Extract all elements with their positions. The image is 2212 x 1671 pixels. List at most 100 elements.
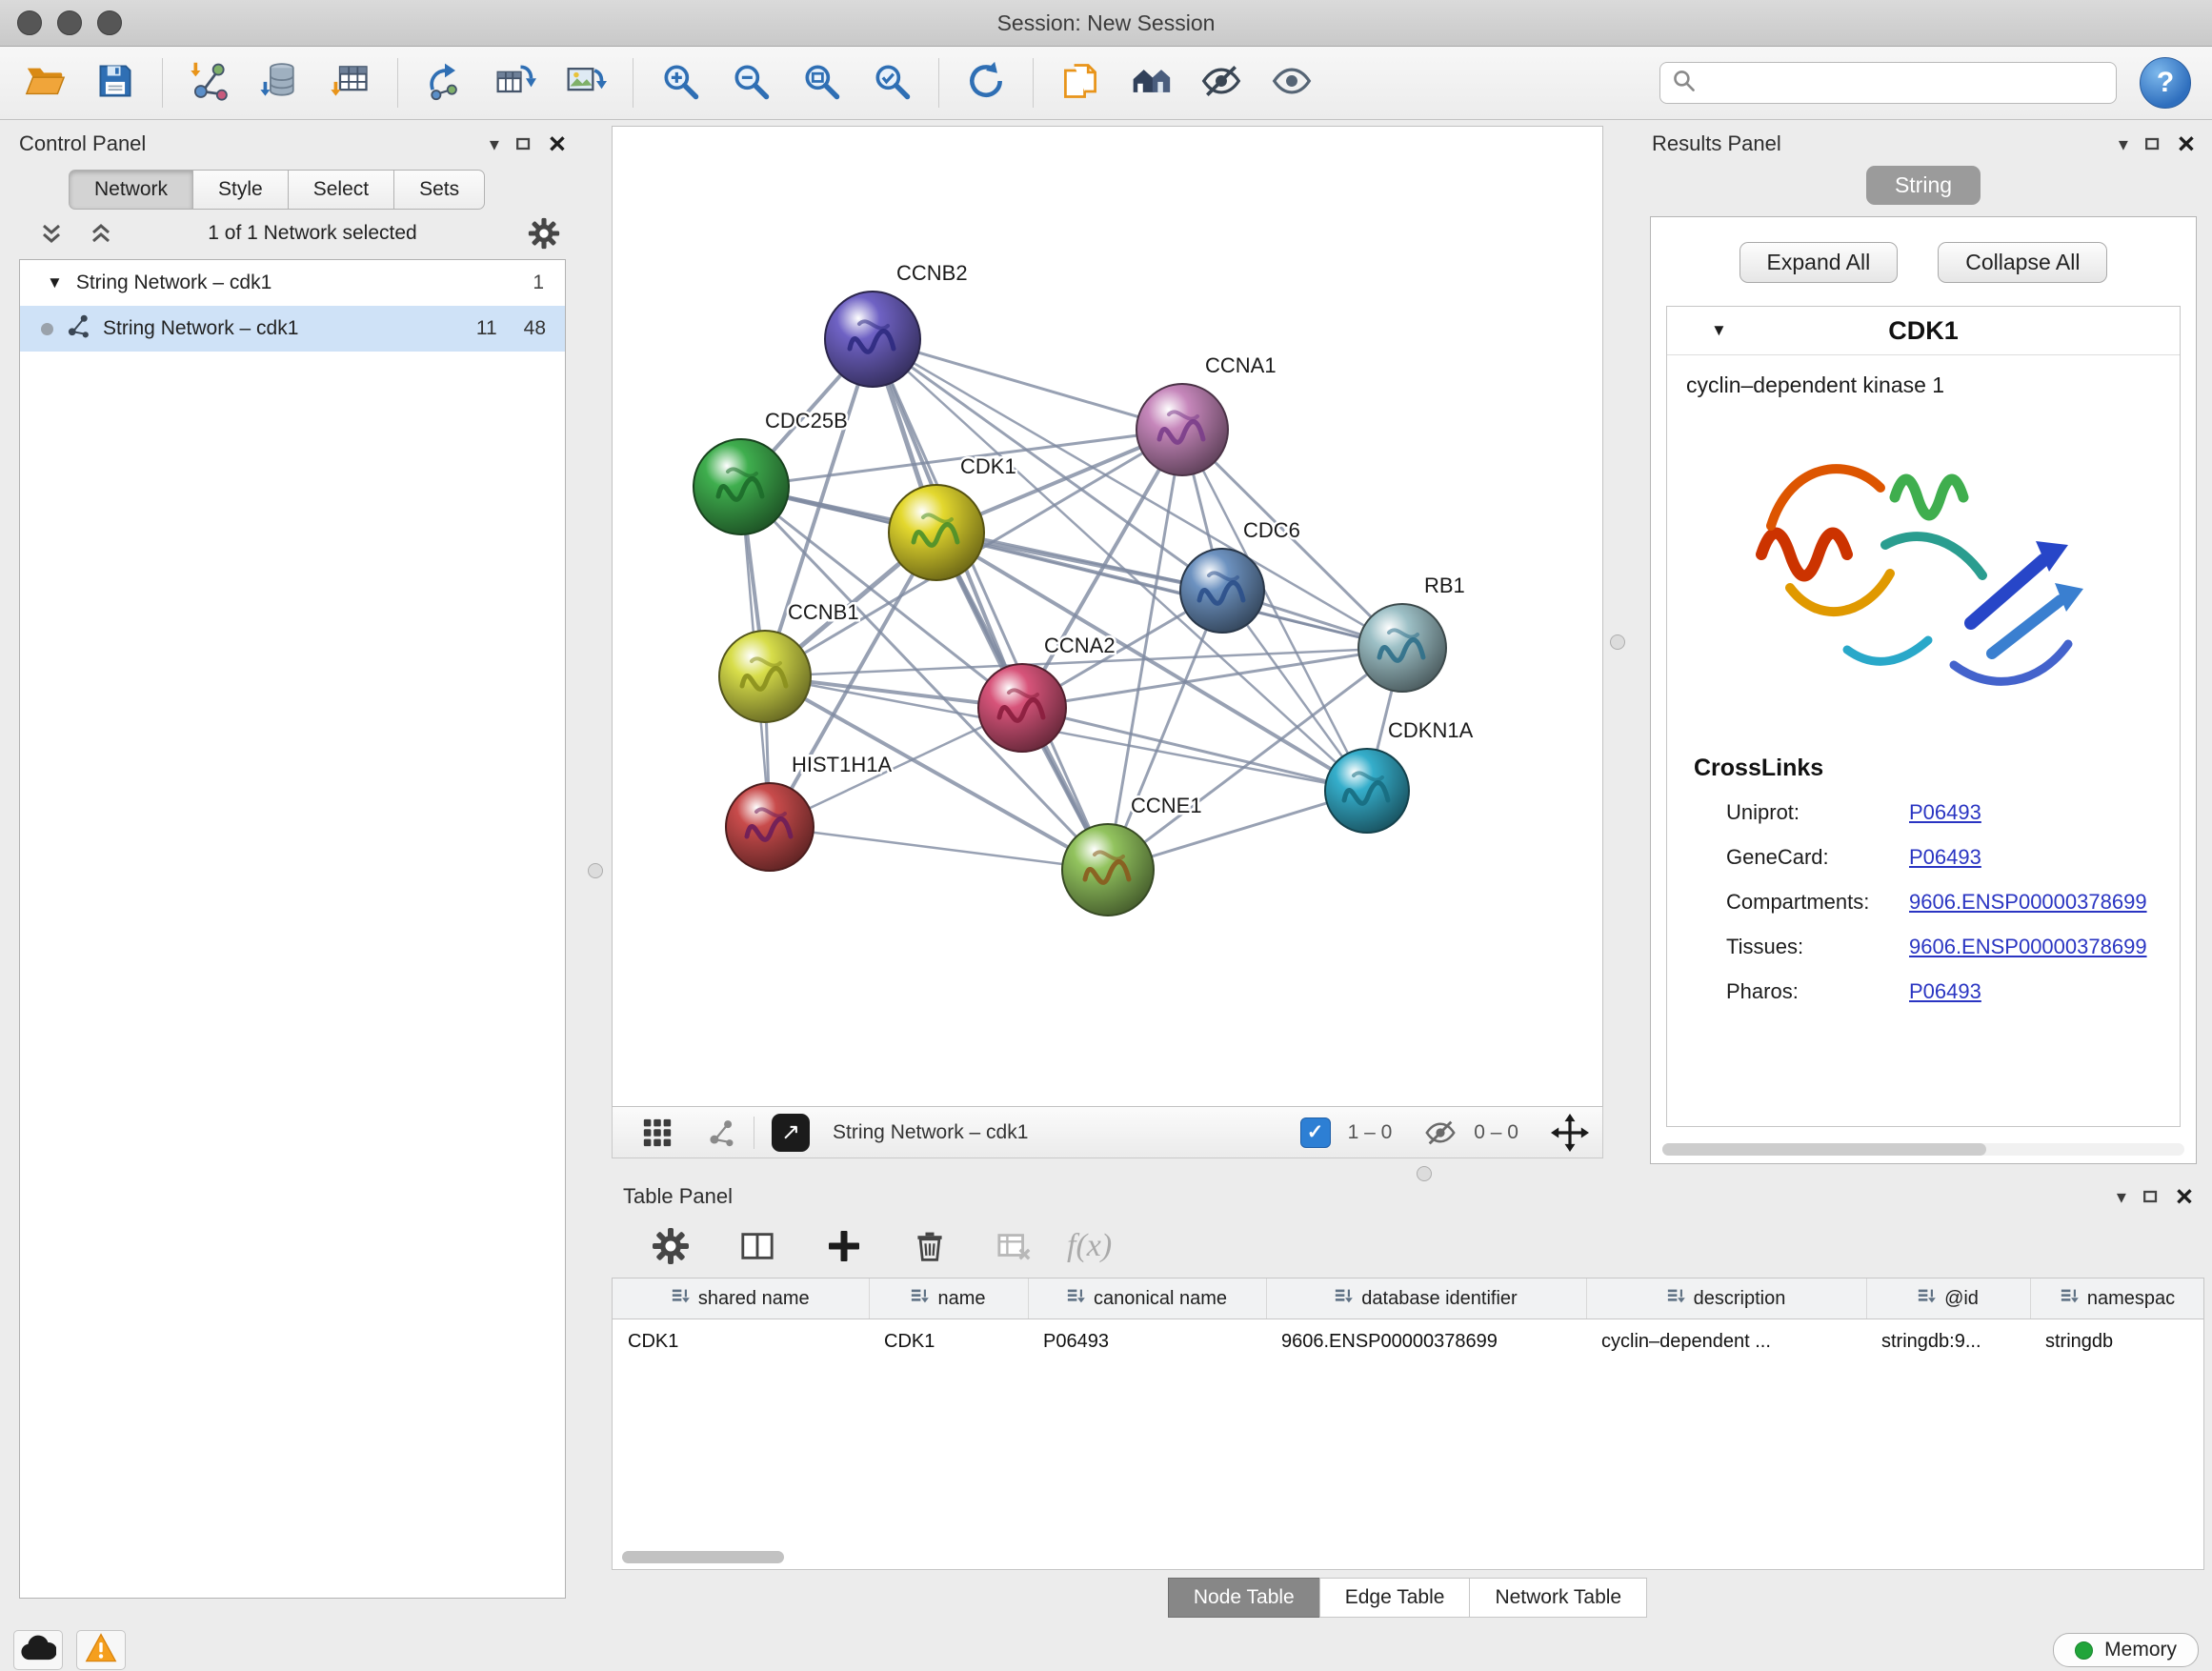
warnings-button[interactable]	[76, 1630, 126, 1670]
table-horizontal-scrollbar[interactable]	[622, 1551, 784, 1563]
tab-style[interactable]: Style	[192, 170, 289, 210]
open-session-button[interactable]	[21, 59, 69, 107]
panel-menu-icon[interactable]: ▾	[2119, 132, 2128, 156]
tab-edge-table[interactable]: Edge Table	[1319, 1578, 1471, 1618]
memory-button[interactable]: Memory	[2053, 1633, 2199, 1667]
network-node-ccnb2[interactable]: CCNB2	[825, 261, 968, 387]
node-label: CDC6	[1243, 518, 1300, 542]
column-header[interactable]: canonical name	[1028, 1278, 1266, 1319]
hidden-items-icon[interactable]	[1424, 1117, 1457, 1149]
tab-string[interactable]: String	[1866, 166, 1981, 205]
collapse-all-icon[interactable]	[40, 222, 63, 245]
memory-status-dot	[2075, 1641, 2093, 1660]
export-image-button[interactable]	[562, 59, 610, 107]
close-panel-icon[interactable]: ×	[2176, 1187, 2193, 1206]
panel-menu-icon[interactable]: ▾	[490, 132, 499, 156]
network-node-hist1h1a[interactable]: HIST1H1A	[726, 753, 892, 871]
column-header[interactable]: database identifier	[1266, 1278, 1586, 1319]
network-row-selected[interactable]: String Network – cdk1 11 48	[20, 306, 565, 352]
show-all-button[interactable]	[1268, 59, 1316, 107]
network-graph[interactable]: CCNB2CCNA1CDC25BCDK1CDC6RB1CCNB1CCNA2CDK…	[613, 127, 1602, 1106]
crosslink-link[interactable]: 9606.ENSP00000378699	[1909, 890, 2147, 915]
network-edge[interactable]	[770, 827, 1108, 870]
new-network-from-selection-button[interactable]	[421, 59, 469, 107]
network-node-cdk1[interactable]: CDK1	[889, 454, 1016, 580]
section-expander-icon[interactable]: ▼	[1711, 321, 1727, 340]
column-header[interactable]: shared name	[613, 1278, 869, 1319]
import-network-database-button[interactable]	[256, 59, 304, 107]
scrollbar-thumb[interactable]	[1662, 1143, 1986, 1156]
home-view-button[interactable]	[1127, 59, 1175, 107]
tab-node-table[interactable]: Node Table	[1168, 1578, 1320, 1618]
delete-column-trash-icon[interactable]	[913, 1229, 947, 1263]
network-node-cdc25b[interactable]: CDC25B	[694, 409, 848, 534]
import-table-button[interactable]	[327, 59, 374, 107]
float-panel-icon[interactable]	[514, 134, 533, 153]
network-collection-row[interactable]: ▼ String Network – cdk1 1	[20, 260, 565, 306]
panel-menu-icon[interactable]: ▾	[2117, 1185, 2126, 1209]
network-edge[interactable]	[873, 339, 1108, 870]
table-settings-gear-icon[interactable]	[652, 1227, 690, 1265]
save-session-button[interactable]	[91, 59, 139, 107]
column-header[interactable]: namespac	[2030, 1278, 2204, 1319]
move-pan-icon[interactable]	[1551, 1114, 1589, 1152]
network-table-export-button[interactable]	[492, 59, 539, 107]
toolbar-search[interactable]	[1659, 62, 2117, 104]
splitter-handle-right[interactable]	[1610, 634, 1625, 650]
node-label: CCNA2	[1044, 634, 1116, 657]
network-node-cdkn1a[interactable]: CDKN1A	[1325, 718, 1474, 833]
splitter-handle-bottom[interactable]	[1417, 1166, 1432, 1181]
crosslink-link[interactable]: P06493	[1909, 979, 1981, 1004]
selected-items-checkbox[interactable]: ✓	[1300, 1117, 1331, 1148]
close-panel-icon[interactable]: ×	[2178, 134, 2195, 153]
clear-table-icon-disabled	[996, 1228, 1033, 1264]
float-panel-icon[interactable]	[2143, 134, 2162, 153]
search-input[interactable]	[1706, 70, 2104, 95]
add-column-plus-icon[interactable]	[825, 1227, 863, 1265]
birdseye-view-button[interactable]: ↗	[772, 1114, 810, 1152]
float-panel-icon[interactable]	[2142, 1187, 2161, 1206]
cloud-status-button[interactable]	[13, 1630, 63, 1670]
main-toolbar: ?	[0, 47, 2212, 120]
crosslink-link[interactable]: P06493	[1909, 845, 1981, 870]
expand-all-icon[interactable]	[90, 222, 112, 245]
close-panel-icon[interactable]: ×	[549, 134, 566, 153]
refresh-view-button[interactable]	[962, 59, 1010, 107]
network-node-cdc6[interactable]: CDC6	[1180, 518, 1300, 633]
network-edge[interactable]	[936, 533, 1402, 648]
results-horizontal-scrollbar[interactable]	[1662, 1143, 2184, 1156]
hide-selected-button[interactable]	[1197, 59, 1245, 107]
clone-network-icon	[424, 60, 466, 107]
crosslink-link[interactable]: 9606.ENSP00000378699	[1909, 935, 2147, 959]
protein-section-header[interactable]: ▼ CDK1	[1667, 307, 2180, 355]
zoom-out-button[interactable]	[727, 59, 774, 107]
network-canvas[interactable]: CCNB2CCNA1CDC25BCDK1CDC6RB1CCNB1CCNA2CDK…	[612, 126, 1603, 1107]
zoom-fit-button[interactable]	[797, 59, 845, 107]
collapse-all-button[interactable]: Collapse All	[1938, 242, 2107, 283]
network-node-rb1[interactable]: RB1	[1358, 574, 1465, 692]
tab-select[interactable]: Select	[288, 170, 394, 210]
share-network-icon[interactable]	[706, 1117, 736, 1148]
crosslink-link[interactable]: P06493	[1909, 800, 1981, 825]
zoom-selected-button[interactable]	[868, 59, 915, 107]
tree-expander-icon[interactable]: ▼	[47, 273, 63, 292]
splitter-handle-left[interactable]	[588, 863, 603, 878]
gear-icon[interactable]	[528, 217, 560, 250]
table-row[interactable]: CDK1CDK1P064939606.ENSP00000378699cyclin…	[613, 1319, 2204, 1364]
duplicate-document-button[interactable]	[1056, 59, 1104, 107]
help-button[interactable]: ?	[2140, 57, 2191, 109]
column-header[interactable]: name	[869, 1278, 1028, 1319]
column-header[interactable]: description	[1586, 1278, 1866, 1319]
tab-network[interactable]: Network	[69, 170, 193, 210]
network-node-count: 11	[476, 317, 497, 340]
zoom-in-button[interactable]	[656, 59, 704, 107]
zoom-fit-icon	[800, 60, 842, 107]
network-node-ccna1[interactable]: CCNA1	[1136, 353, 1277, 475]
tab-network-table[interactable]: Network Table	[1469, 1578, 1647, 1618]
expand-all-button[interactable]: Expand All	[1739, 242, 1899, 283]
tab-sets[interactable]: Sets	[393, 170, 485, 210]
show-columns-icon[interactable]	[739, 1228, 775, 1264]
column-header[interactable]: @id	[1866, 1278, 2030, 1319]
grid-view-icon[interactable]	[641, 1117, 674, 1149]
import-network-file-button[interactable]	[186, 59, 233, 107]
